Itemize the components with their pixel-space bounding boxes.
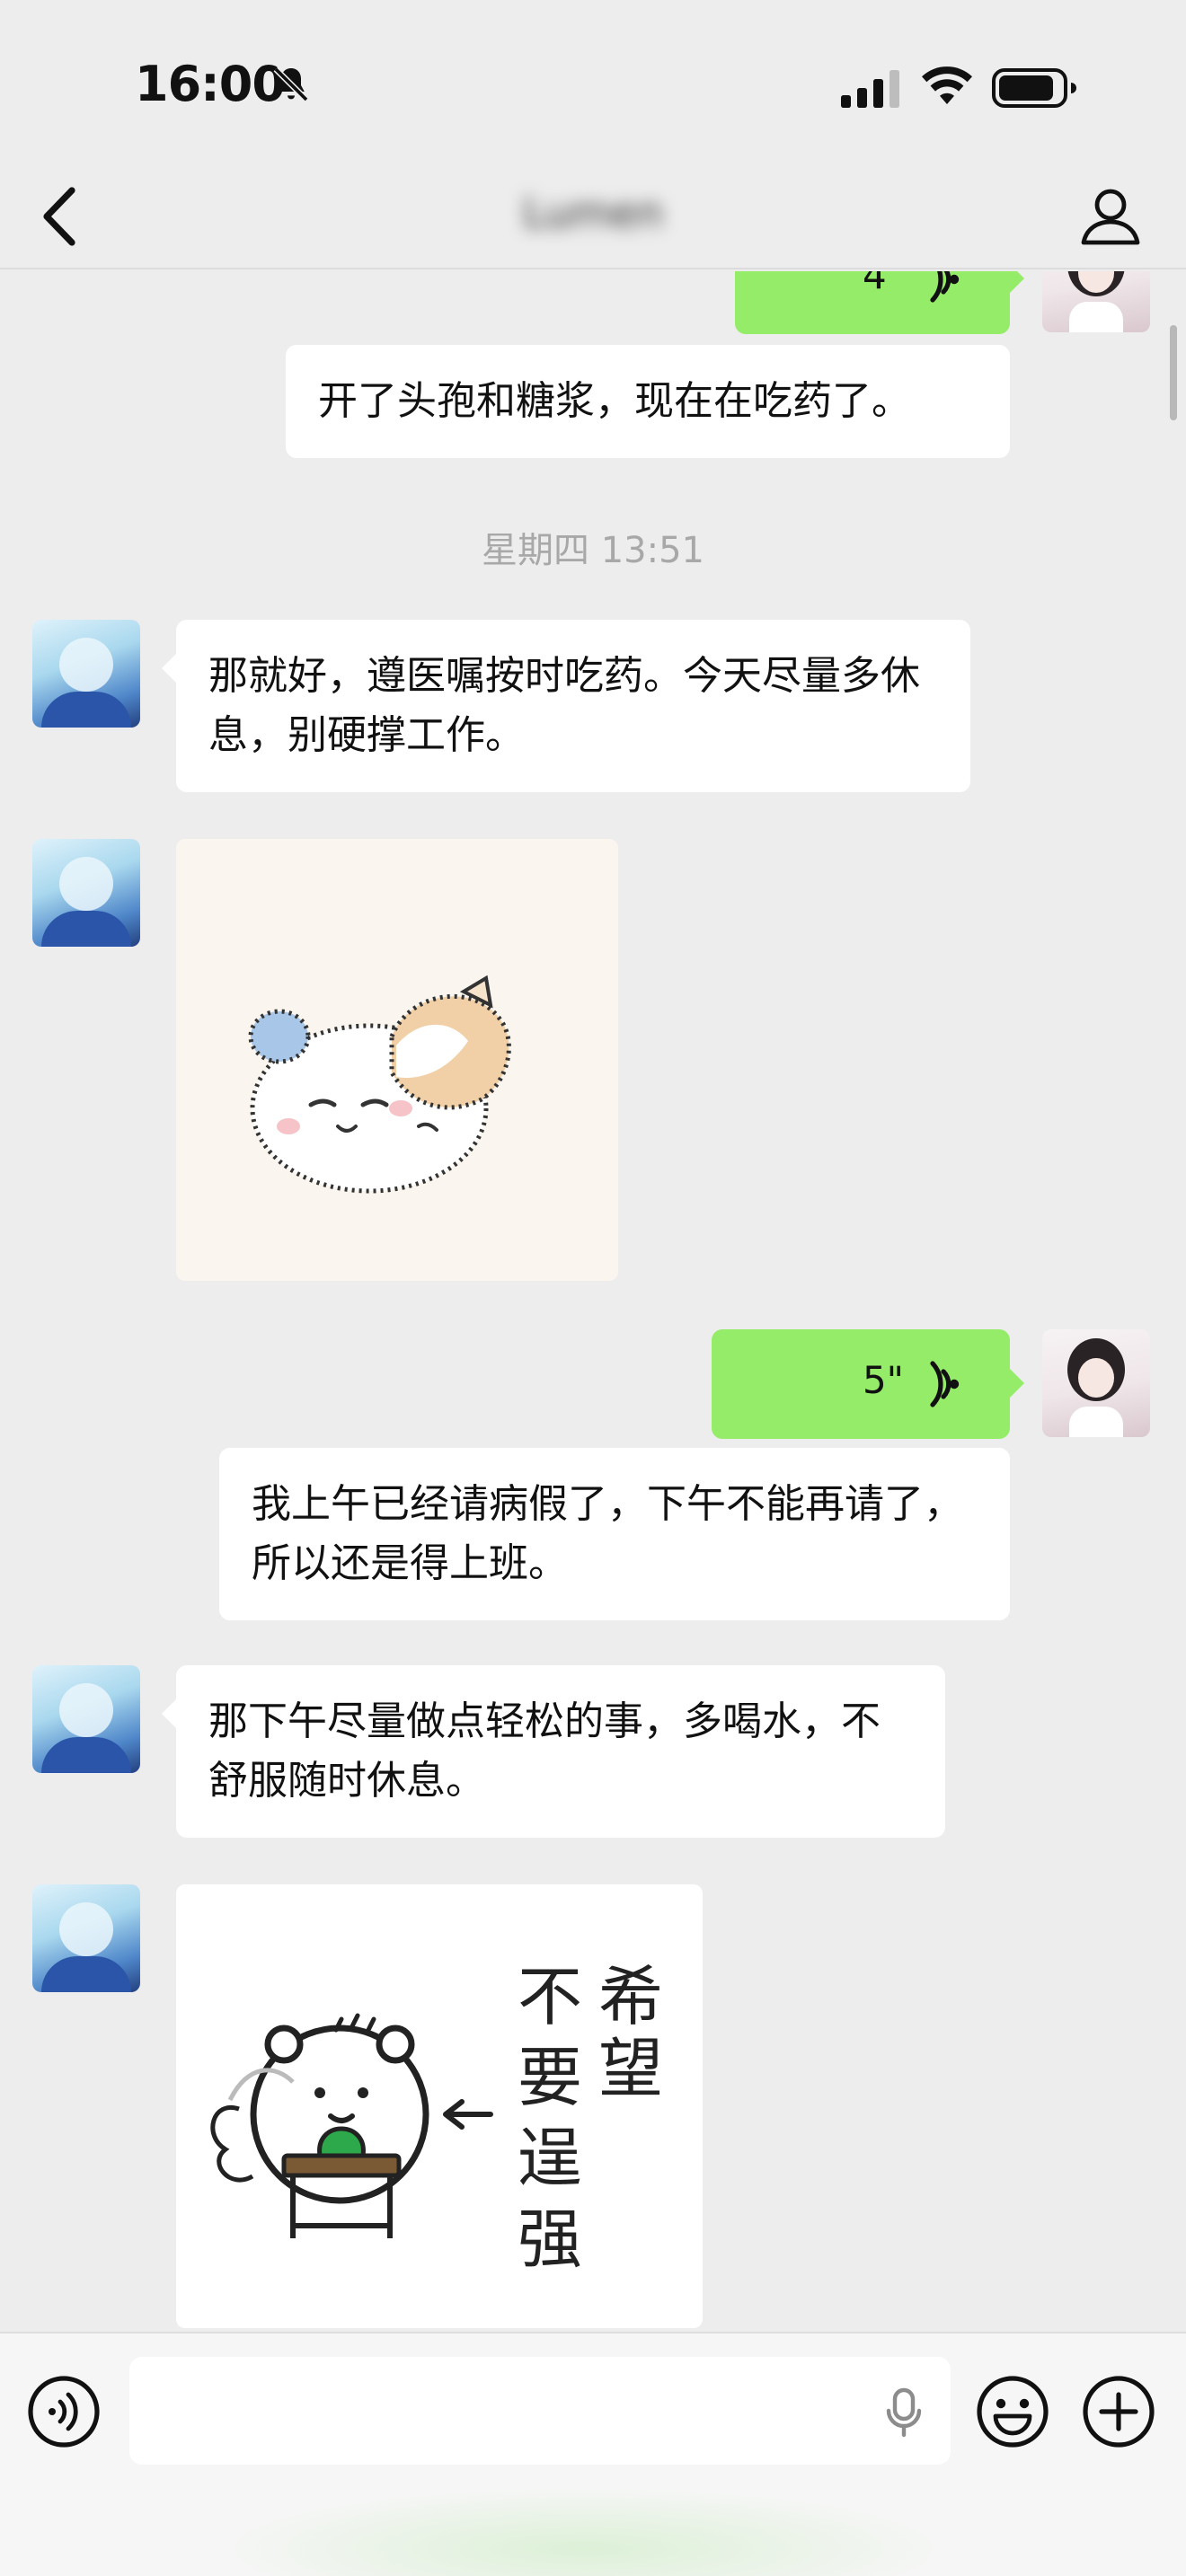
bottom-glow: [216, 2486, 952, 2576]
incoming-text-message[interactable]: 那就好，遵医嘱按时吃药。今天尽量多休息，别硬撑工作。: [162, 620, 970, 792]
message-timestamp: 星期四 13:51: [482, 530, 704, 571]
my-avatar[interactable]: [1042, 1329, 1150, 1437]
contact-avatar[interactable]: [32, 620, 140, 728]
bell-muted-icon: [273, 66, 309, 102]
my-avatar[interactable]: [1042, 271, 1150, 332]
emoji-icon[interactable]: [976, 2375, 1049, 2448]
outgoing-text-message[interactable]: 我上午已经请病假了，下午不能再请了，所以还是得上班。: [219, 1448, 1010, 1620]
voice-duration: 5": [862, 1358, 904, 1402]
status-time: 16:00: [135, 56, 286, 112]
voice-mode-icon[interactable]: [27, 2375, 101, 2448]
nav-bar: Lumen: [0, 171, 1186, 269]
chat-area[interactable]: 4" 开了头孢和糖浆，现在在吃药了。 星期四 13:51 那就好，遵医嘱按时吃药…: [0, 271, 1186, 2332]
contact-avatar[interactable]: [32, 1884, 140, 1992]
cellular-signal-icon: [841, 70, 899, 108]
wifi-icon: [922, 66, 972, 104]
voice-message[interactable]: 4": [735, 271, 1024, 334]
sticker-caption-col1: 希: [598, 1959, 663, 2034]
input-bar: [0, 2332, 1186, 2576]
bear-tea-sticker[interactable]: 希 望 不 要 逞 强: [176, 1884, 703, 2328]
contact-avatar[interactable]: [32, 839, 140, 947]
sticker-caption-col2: 逞: [518, 2121, 582, 2196]
scrollbar[interactable]: [1170, 325, 1177, 420]
chat-title: Lumen: [522, 189, 664, 237]
sticker-caption-col2: 不: [518, 1959, 582, 2034]
voice-message[interactable]: 5": [712, 1329, 1024, 1439]
voice-wave-icon: [930, 1361, 960, 1407]
incoming-text-message[interactable]: 那下午尽量做点轻松的事，多喝水，不舒服随时休息。: [162, 1665, 945, 1838]
battery-icon: [992, 68, 1076, 108]
contact-avatar[interactable]: [32, 1665, 140, 1773]
plus-icon[interactable]: [1082, 2375, 1155, 2448]
sleeping-cats-sticker[interactable]: [176, 839, 618, 1281]
status-bar: 16:00: [0, 0, 1186, 171]
sticker-caption-col2: 要: [518, 2040, 582, 2115]
profile-icon[interactable]: [1078, 183, 1143, 248]
sticker-caption-col1: 望: [598, 2031, 663, 2106]
sticker-drawing: 希 望 不 要 逞 强: [210, 1959, 663, 2277]
message-input[interactable]: [129, 2357, 951, 2465]
back-chevron-icon[interactable]: [36, 185, 81, 248]
sticker-caption-col2: 强: [518, 2201, 582, 2277]
voice-duration: 4": [862, 271, 904, 297]
voice-wave-icon: [930, 271, 960, 303]
microphone-icon[interactable]: [884, 2387, 924, 2438]
outgoing-text-message[interactable]: 开了头孢和糖浆，现在在吃药了。: [286, 345, 1010, 458]
sticker-drawing: [248, 975, 511, 1194]
